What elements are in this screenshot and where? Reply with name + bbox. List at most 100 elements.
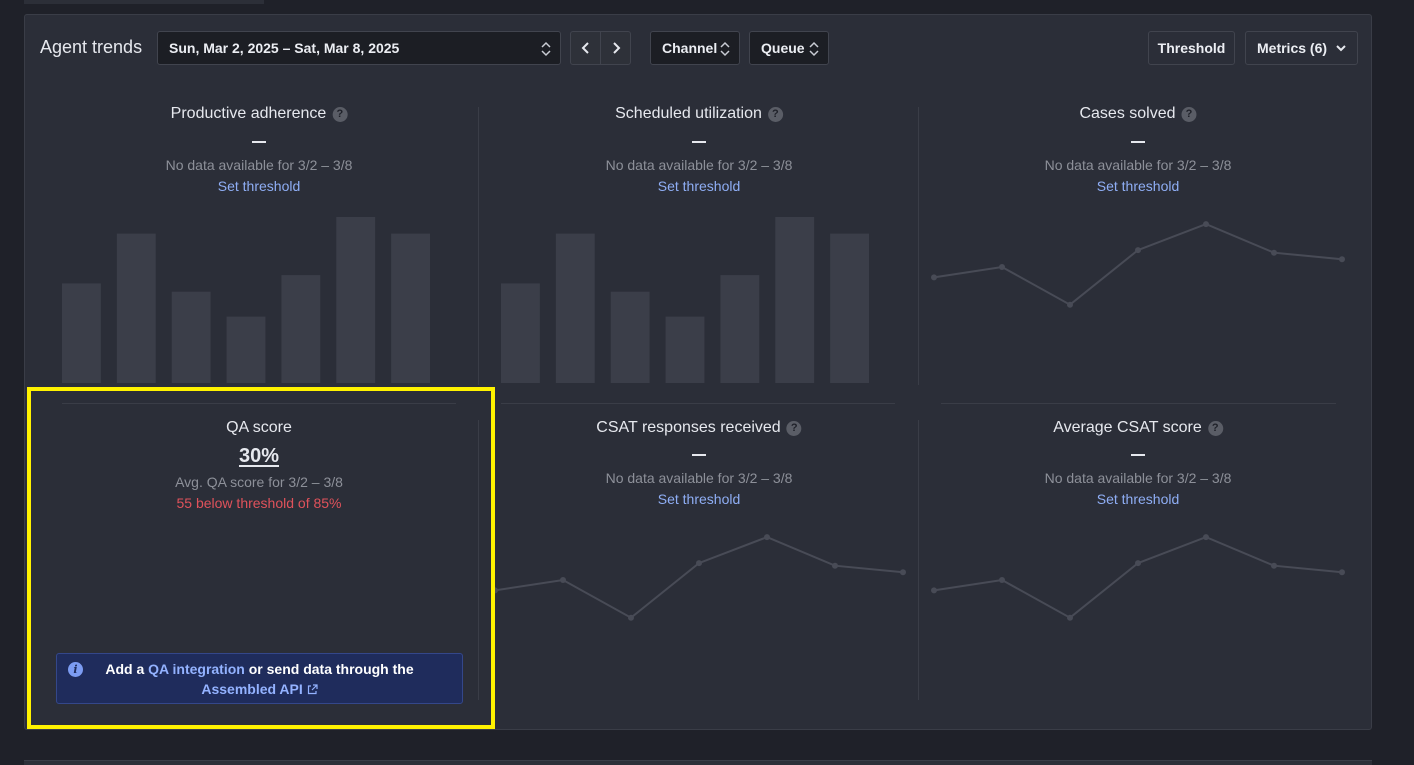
chart-line <box>933 536 1343 619</box>
no-data-text: No data available for 3/2 – 3/8 <box>605 157 793 173</box>
value-placeholder <box>1131 141 1145 143</box>
question-mark-icon[interactable]: ? <box>786 420 802 436</box>
chevron-right-icon <box>612 42 620 54</box>
value-placeholder <box>692 141 706 143</box>
chart-bar <box>830 233 869 383</box>
chevron-up-down-icon <box>541 41 551 57</box>
card-title-csat-responses: CSAT responses received ? <box>596 419 802 437</box>
chart-line <box>494 536 904 619</box>
chart-line <box>933 223 1343 306</box>
question-mark-icon[interactable]: ? <box>767 106 783 122</box>
chart-bar <box>336 217 376 383</box>
chart-point <box>492 587 498 594</box>
no-data-text: No data available for 3/2 – 3/8 <box>1044 157 1232 173</box>
chevron-left-icon <box>581 42 589 54</box>
chart-point <box>1203 534 1209 541</box>
question-mark-icon[interactable]: ? <box>332 106 348 122</box>
question-mark-icon[interactable]: ? <box>1181 106 1197 122</box>
no-data-text: No data available for 3/2 – 3/8 <box>1044 470 1232 486</box>
queue-label: Queue <box>761 40 805 56</box>
metrics-dropdown-button[interactable]: Metrics (6) <box>1245 31 1358 65</box>
date-range-select[interactable]: Sun, Mar 2, 2025 – Sat, Mar 8, 2025 <box>157 31 561 65</box>
chart-point <box>764 534 770 541</box>
chevron-up-down-icon <box>809 41 819 57</box>
metrics-label: Metrics (6) <box>1257 40 1328 56</box>
next-week-button[interactable] <box>601 32 630 64</box>
external-link-icon[interactable] <box>307 684 318 695</box>
card-title-text: Average CSAT score <box>1053 419 1202 436</box>
chart-point <box>1135 560 1141 567</box>
banner-line-1: Add a QA integration or send data throug… <box>57 659 462 679</box>
chart-bar <box>775 217 815 383</box>
chart-point <box>628 614 634 621</box>
column-divider <box>478 420 479 700</box>
qa-threshold-warning: 55 below threshold of 85% <box>176 495 342 511</box>
agent-trends-panel: Agent trends Sun, Mar 2, 2025 – Sat, Mar… <box>24 14 1372 730</box>
question-mark-icon[interactable]: ? <box>1207 420 1223 436</box>
chart-bar <box>720 275 760 383</box>
chart-point <box>931 587 937 594</box>
value-placeholder <box>1131 454 1145 456</box>
banner-middle: or send data through the <box>244 661 414 677</box>
chart-point <box>999 264 1005 270</box>
card-title-average-csat: Average CSAT score ? <box>1053 419 1223 437</box>
chart-bar <box>116 233 156 383</box>
set-threshold-link[interactable]: Set threshold <box>658 491 741 507</box>
card-title-cases-solved: Cases solved ? <box>1079 105 1197 123</box>
chart-point <box>1067 614 1073 621</box>
csat-responses-chart <box>492 534 906 621</box>
channel-label: Channel <box>662 40 718 56</box>
qa-integration-banner: i Add a QA integration or send data thro… <box>56 653 463 704</box>
assembled-api-link[interactable]: Assembled API <box>201 681 302 697</box>
card-title-text: Scheduled utilization <box>615 105 762 122</box>
no-data-text: No data available for 3/2 – 3/8 <box>165 157 353 173</box>
page-title: Agent trends <box>40 37 143 57</box>
date-range-value: Sun, Mar 2, 2025 – Sat, Mar 8, 2025 <box>169 40 400 56</box>
chart-point <box>1271 562 1277 569</box>
chart-point <box>931 274 937 281</box>
set-threshold-link[interactable]: Set threshold <box>1097 178 1180 194</box>
row-divider <box>941 403 1336 404</box>
qa-integration-link[interactable]: QA integration <box>148 661 245 677</box>
chart-bar <box>610 291 650 383</box>
bottom-strip <box>24 760 1372 765</box>
card-title-text: CSAT responses received <box>596 419 781 436</box>
top-strip <box>24 0 264 4</box>
qa-score-value: 30% <box>238 445 280 467</box>
previous-week-button[interactable] <box>571 32 601 64</box>
chart-bar <box>62 283 101 383</box>
chart-bar <box>281 275 321 383</box>
chart-bar <box>555 233 595 383</box>
queue-select[interactable]: Queue <box>749 31 829 65</box>
chart-point <box>1339 256 1345 263</box>
card-title-text: Productive adherence <box>170 105 327 122</box>
chevron-down-icon <box>1336 45 1346 52</box>
threshold-button[interactable]: Threshold <box>1148 31 1235 65</box>
card-title-qa-score: QA score <box>226 419 292 437</box>
set-threshold-link[interactable]: Set threshold <box>658 178 741 194</box>
chevron-up-down-icon <box>720 41 730 57</box>
chart-bar <box>665 316 705 383</box>
channel-select[interactable]: Channel <box>650 31 740 65</box>
qa-score-subtitle: Avg. QA score for 3/2 – 3/8 <box>175 474 343 490</box>
set-threshold-link[interactable]: Set threshold <box>1097 491 1180 507</box>
info-icon: i <box>68 662 83 677</box>
column-divider <box>918 420 919 700</box>
chart-bar <box>171 291 211 383</box>
chart-point <box>1067 301 1073 308</box>
chart-point <box>1135 247 1141 254</box>
column-divider <box>918 107 919 385</box>
no-data-text: No data available for 3/2 – 3/8 <box>605 470 793 486</box>
chart-point <box>696 560 702 567</box>
row-divider <box>501 403 895 404</box>
scheduled-utilization-chart <box>501 217 869 383</box>
banner-prefix: Add a <box>105 661 149 677</box>
chart-bar <box>391 233 430 383</box>
card-title-scheduled-utilization: Scheduled utilization ? <box>615 105 783 123</box>
chart-point <box>999 577 1005 583</box>
set-threshold-link[interactable]: Set threshold <box>218 178 301 194</box>
card-title-text: QA score <box>226 419 292 436</box>
value-placeholder <box>252 141 266 143</box>
chart-point <box>1339 569 1345 576</box>
productive-adherence-chart <box>62 217 430 383</box>
